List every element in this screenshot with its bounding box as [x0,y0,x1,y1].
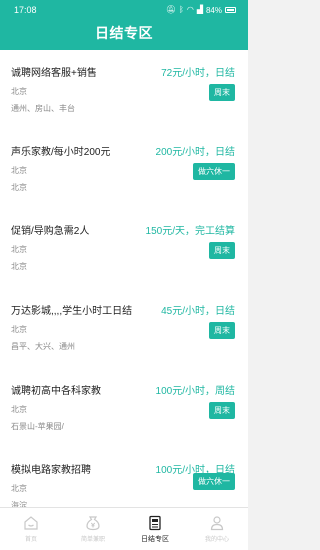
signal-icon: ▟ [196,5,203,14]
home-icon [24,516,38,530]
bluetooth-icon: ᛒ [179,5,184,14]
bottom-tab-bar: 首页 简单兼职 日结专区 我的中心 [0,507,248,550]
job-tag: 周末 [209,84,235,101]
job-district: 昌平、大兴、通州 [11,342,75,351]
header-bar: 17:08 🔕︎ ᛒ ◠ ▟ 84% 日结专区 [0,0,248,50]
tab-profile[interactable]: 我的中心 [186,508,248,550]
job-city: 北京 [11,87,27,96]
job-city: 北京 [11,484,27,493]
tab-label: 我的中心 [204,537,229,543]
job-card[interactable]: 诚聘初高中各科家教 100元/小时，周结 北京 石景山-苹果园/ 周末 [0,368,248,451]
job-title: 万达影城,,,,学生小时工日结 [11,306,133,317]
job-district: 北京 [11,262,27,271]
tab-label: 简单兼职 [80,537,105,543]
job-title: 诚聘初高中各科家教 [11,386,101,397]
job-salary: 45元/小时，日结 [161,306,235,317]
battery-icon [225,7,236,13]
job-district: 北京 [11,183,27,192]
job-title: 促销/导购急需2人 [11,226,90,237]
job-title: 模拟电路家教招聘 [11,465,91,476]
status-bar: 17:08 🔕︎ ᛒ ◠ ▟ 84% [0,0,248,20]
job-salary: 72元/小时，日结 [161,68,235,79]
job-card[interactable]: 万达影城,,,,学生小时工日结 45元/小时，日结 北京 昌平、大兴、通州 周末 [0,288,248,372]
job-title: 声乐家教/每小时200元 [11,147,111,158]
job-city: 北京 [11,245,27,254]
user-icon [210,516,224,531]
job-card[interactable]: 声乐家教/每小时200元 200元/小时，日结 北京 北京 做六休一 [0,129,248,212]
document-icon [149,515,161,530]
job-district: 通州、房山、丰台 [11,104,75,113]
tab-label: 首页 [24,537,37,543]
job-title: 诚聘网络客服+销售 [11,68,97,79]
status-time: 17:08 [14,5,37,15]
job-city: 北京 [11,325,27,334]
job-tag: 做六休一 [193,163,235,180]
job-salary: 200元/小时，日结 [155,147,235,158]
tab-label: 日结专区 [141,535,169,543]
job-tag: 做六休一 [193,473,235,490]
tab-part-time[interactable]: 简单兼职 [62,508,124,550]
tab-home[interactable]: 首页 [0,508,62,550]
job-card[interactable]: 诚聘网络客服+销售 72元/小时，日结 北京 通州、房山、丰台 周末 [0,50,248,133]
wifi-icon: ◠ [186,5,194,14]
page-title: 日结专区 [95,25,153,41]
job-tag: 周末 [209,322,235,339]
job-salary: 100元/小时，周结 [155,386,235,397]
mute-icon: 🔕︎ [165,5,177,14]
job-city: 北京 [11,166,27,175]
job-city: 北京 [11,405,27,414]
job-tag: 周末 [209,402,235,419]
battery-level: 84% [205,5,222,15]
money-bag-icon [86,516,100,531]
job-district: 石景山-苹果园/ [11,422,64,431]
job-salary: 150元/天，完工结算 [145,226,235,237]
tab-daily-jobs[interactable]: 日结专区 [124,508,186,550]
job-card[interactable]: 促销/导购急需2人 150元/天，完工结算 北京 北京 周末 [0,208,248,292]
job-tag: 周末 [209,242,235,259]
